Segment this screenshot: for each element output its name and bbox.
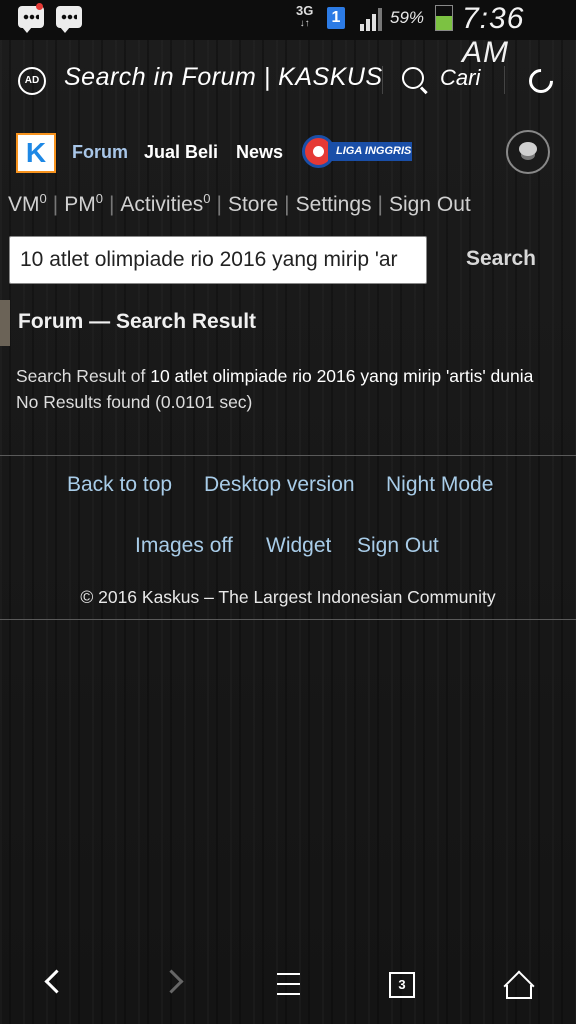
sign-out-link[interactable]: Sign Out (357, 534, 439, 558)
search-button[interactable]: Search (446, 240, 556, 278)
network-indicator: 3G ↓↑ (296, 4, 313, 30)
menu-settings[interactable]: Settings (296, 193, 372, 217)
nav-forum[interactable]: Forum (72, 142, 128, 163)
divider (0, 619, 576, 620)
back-icon[interactable] (44, 969, 69, 994)
kaskus-logo[interactable]: K (16, 133, 56, 173)
browser-nav-bar: 3 (0, 955, 576, 1024)
battery-percent: 59% (390, 8, 425, 27)
reload-icon[interactable] (524, 64, 558, 98)
data-arrows-icon: ↓↑ (299, 18, 310, 29)
night-mode-link[interactable]: Night Mode (386, 473, 493, 497)
page-title: Search in Forum | KASKUS (64, 63, 383, 91)
menu-icon[interactable] (277, 973, 300, 995)
nav-jual-beli[interactable]: Jual Beli (144, 142, 218, 163)
liga-inggris-banner[interactable]: LIGA INGGRIS (302, 135, 412, 168)
forward-icon[interactable] (159, 969, 184, 994)
divider (0, 455, 576, 456)
search-label[interactable]: Cari (440, 65, 480, 91)
search-input[interactable]: 10 atlet olimpiade rio 2016 yang mirip '… (9, 236, 427, 284)
nav-news[interactable]: News (236, 142, 283, 163)
divider (504, 66, 505, 94)
liga-label: LIGA INGGRIS (328, 142, 412, 161)
images-off-link[interactable]: Images off (135, 534, 233, 558)
search-query: 10 atlet olimpiade rio 2016 yang mirip '… (150, 366, 534, 386)
section-title: Forum — Search Result (18, 310, 257, 333)
menu-sign-out[interactable]: Sign Out (389, 193, 471, 217)
menu-store[interactable]: Store (228, 193, 278, 217)
desktop-version-link[interactable]: Desktop version (204, 473, 355, 497)
menu-vm[interactable]: VM0 (8, 192, 47, 217)
signal-icon (360, 7, 386, 31)
widget-link[interactable]: Widget (266, 534, 331, 558)
back-to-top-link[interactable]: Back to top (67, 473, 172, 497)
divider (382, 66, 383, 94)
menu-activities[interactable]: Activities0 (120, 192, 210, 217)
bbm-icon (56, 6, 82, 33)
notification-dot (36, 3, 43, 10)
menu-pm[interactable]: PM0 (64, 192, 103, 217)
tabs-icon[interactable]: 3 (389, 972, 415, 998)
network-type: 3G (296, 3, 314, 18)
section-accent (0, 300, 10, 346)
status-bar: 3G ↓↑ 1 59% 7:36 AM (0, 0, 576, 69)
home-icon[interactable] (503, 969, 535, 1002)
battery-icon (435, 5, 453, 31)
avatar[interactable] (506, 130, 550, 174)
user-menu: VM0 | PM0 | Activities0 | Store | Settings | Sign … (8, 191, 471, 217)
search-result-text: Search Result of 10 atlet olimpiade rio … (16, 366, 534, 412)
sim-indicator: 1 (327, 7, 345, 29)
copyright: © 2016 Kaskus – The Largest Indonesian C… (80, 587, 496, 607)
app-bar: AD Search in Forum | KASKUS Cari (0, 40, 576, 120)
search-icon[interactable] (402, 67, 424, 89)
adblock-icon[interactable]: AD (18, 67, 46, 95)
